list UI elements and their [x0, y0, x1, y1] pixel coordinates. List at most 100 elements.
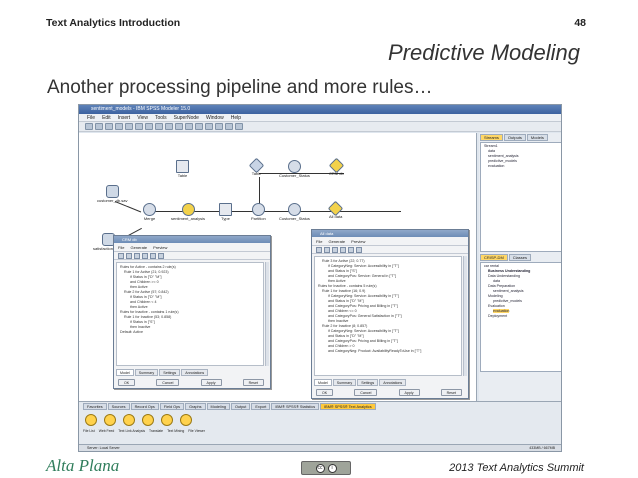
- find-icon[interactable]: [175, 123, 183, 130]
- translate-node-icon[interactable]: [142, 414, 154, 426]
- rules-tree[interactable]: Rule 3 for Active (22; 0.77) if Category…: [314, 256, 462, 376]
- reset-button[interactable]: Reset: [242, 379, 264, 386]
- cut-icon[interactable]: [125, 123, 133, 130]
- level-3-icon[interactable]: [348, 246, 354, 253]
- menu-supernode[interactable]: SuperNode: [174, 114, 199, 121]
- level-3-icon[interactable]: [150, 252, 156, 259]
- palette-tab-text-analytics[interactable]: IBM® SPSS® Text Analytics: [320, 403, 376, 410]
- redo-icon[interactable]: [165, 123, 173, 130]
- print-icon[interactable]: [115, 123, 123, 130]
- tab-classes[interactable]: Classes: [508, 254, 532, 261]
- tab-settings[interactable]: Settings: [357, 379, 379, 386]
- file-list-node-icon[interactable]: [85, 414, 97, 426]
- type-node[interactable]: Type: [219, 203, 232, 221]
- save-icon[interactable]: [105, 123, 113, 130]
- palette-tab-sources[interactable]: Sources: [107, 403, 130, 410]
- expand-icon[interactable]: [316, 246, 322, 253]
- menu-tools[interactable]: Tools: [155, 114, 167, 121]
- tree-item[interactable]: Deployment: [484, 314, 558, 319]
- menu-help[interactable]: Help: [231, 114, 241, 121]
- tab-annotations[interactable]: Annotations: [379, 379, 407, 386]
- palette-tab-record-ops[interactable]: Record Ops: [130, 403, 159, 410]
- text-mining-node-icon[interactable]: [161, 414, 173, 426]
- partition-node[interactable]: Partition: [251, 203, 266, 221]
- palette-tab-graphs[interactable]: Graphs: [185, 403, 206, 410]
- list-item[interactable]: evaluation: [484, 164, 558, 169]
- tab-annotations[interactable]: Annotations: [181, 369, 209, 376]
- tab-summary[interactable]: Summary: [134, 369, 159, 376]
- palette-tabs: Favorites Sources Record Ops Field Ops G…: [79, 402, 561, 411]
- paste-icon[interactable]: [145, 123, 153, 130]
- vertical-scrollbar[interactable]: [463, 256, 467, 376]
- collapse-icon[interactable]: [126, 252, 132, 259]
- apply-button[interactable]: Apply: [398, 389, 420, 396]
- tab-crisp-dm[interactable]: CRISP-DM: [480, 254, 508, 261]
- menu-view[interactable]: View: [137, 114, 148, 121]
- source-node-customer-db[interactable]: customer_db.sav: [97, 185, 127, 203]
- file-menu[interactable]: File: [316, 239, 322, 244]
- expand-icon[interactable]: [118, 252, 124, 259]
- palette-tab-favorites[interactable]: Favorites: [83, 403, 107, 410]
- merge-node[interactable]: Merge: [143, 203, 156, 221]
- generate-menu[interactable]: Generate: [328, 239, 345, 244]
- text-link-analysis-node-icon[interactable]: [123, 414, 135, 426]
- level-2-icon[interactable]: [340, 246, 346, 253]
- vertical-scrollbar[interactable]: [265, 262, 269, 366]
- tab-model[interactable]: Model: [116, 369, 134, 376]
- sentiment-analysis-node[interactable]: sentiment_analysis: [171, 203, 205, 221]
- stop-icon[interactable]: [205, 123, 213, 130]
- file-viewer-node-icon[interactable]: [180, 414, 192, 426]
- new-icon[interactable]: [85, 123, 93, 130]
- crm-db-node[interactable]: CRM db: [328, 157, 345, 176]
- palette-tab-field-ops[interactable]: Field Ops: [159, 403, 185, 410]
- palette-tab-output[interactable]: Output: [230, 403, 251, 410]
- palette-tab-modeling[interactable]: Modeling: [206, 403, 230, 410]
- zoom-out-icon[interactable]: [235, 123, 243, 130]
- file-menu[interactable]: File: [118, 245, 124, 250]
- run-selection-icon[interactable]: [195, 123, 203, 130]
- cancel-button[interactable]: Cancel: [354, 389, 378, 396]
- level-1-icon[interactable]: [134, 252, 140, 259]
- window-buttons: OK Cancel Apply Reset: [118, 379, 264, 386]
- ok-button[interactable]: OK: [118, 379, 136, 386]
- preview-button[interactable]: Preview: [351, 239, 365, 244]
- menu-edit[interactable]: Edit: [102, 114, 111, 121]
- tab-models[interactable]: Models: [526, 134, 548, 141]
- ok-button[interactable]: OK: [316, 389, 334, 396]
- copy-icon[interactable]: [135, 123, 143, 130]
- table-node[interactable]: Table: [176, 160, 189, 178]
- collapse-icon[interactable]: [324, 246, 330, 253]
- apply-button[interactable]: Apply: [200, 379, 222, 386]
- preview-button[interactable]: Preview: [153, 245, 167, 250]
- tab-streams[interactable]: Streams: [480, 134, 503, 141]
- level-1-icon[interactable]: [332, 246, 338, 253]
- tab-summary[interactable]: Summary: [332, 379, 357, 386]
- cancel-button[interactable]: Cancel: [156, 379, 180, 386]
- menu-insert[interactable]: Insert: [118, 114, 131, 121]
- undo-icon[interactable]: [155, 123, 163, 130]
- tree-item-selected[interactable]: evaluation: [493, 309, 510, 313]
- level-2-icon[interactable]: [142, 252, 148, 259]
- preview-icon[interactable]: [215, 123, 223, 130]
- tab-outputs[interactable]: Outputs: [503, 134, 526, 141]
- rules-tree[interactable]: Rules for Active - contains 2 rule(s) Ru…: [116, 262, 264, 366]
- palette-tab-statistics[interactable]: IBM® SPSS® Statistics: [271, 403, 320, 410]
- reset-button[interactable]: Reset: [440, 389, 462, 396]
- zoom-in-icon[interactable]: [225, 123, 233, 130]
- stream-canvas[interactable]: customer_db.sav Table Table Customer_Sta…: [79, 133, 477, 401]
- menu-file[interactable]: File: [87, 114, 95, 121]
- level-4-icon[interactable]: [356, 246, 362, 253]
- web-feed-node-icon[interactable]: [104, 414, 116, 426]
- menu-window[interactable]: Window: [206, 114, 224, 121]
- run-icon[interactable]: [185, 123, 193, 130]
- customer-status-node[interactable]: Customer_Status: [279, 160, 310, 178]
- all-data-node[interactable]: All data: [327, 200, 344, 219]
- generate-menu[interactable]: Generate: [130, 245, 147, 250]
- palette-tab-export[interactable]: Export: [251, 403, 271, 410]
- table-node-2[interactable]: Table: [248, 157, 265, 176]
- tab-model[interactable]: Model: [314, 379, 332, 386]
- open-icon[interactable]: [95, 123, 103, 130]
- level-4-icon[interactable]: [158, 252, 164, 259]
- tab-settings[interactable]: Settings: [159, 369, 181, 376]
- customer-status-node-2[interactable]: Customer_Status: [279, 203, 310, 221]
